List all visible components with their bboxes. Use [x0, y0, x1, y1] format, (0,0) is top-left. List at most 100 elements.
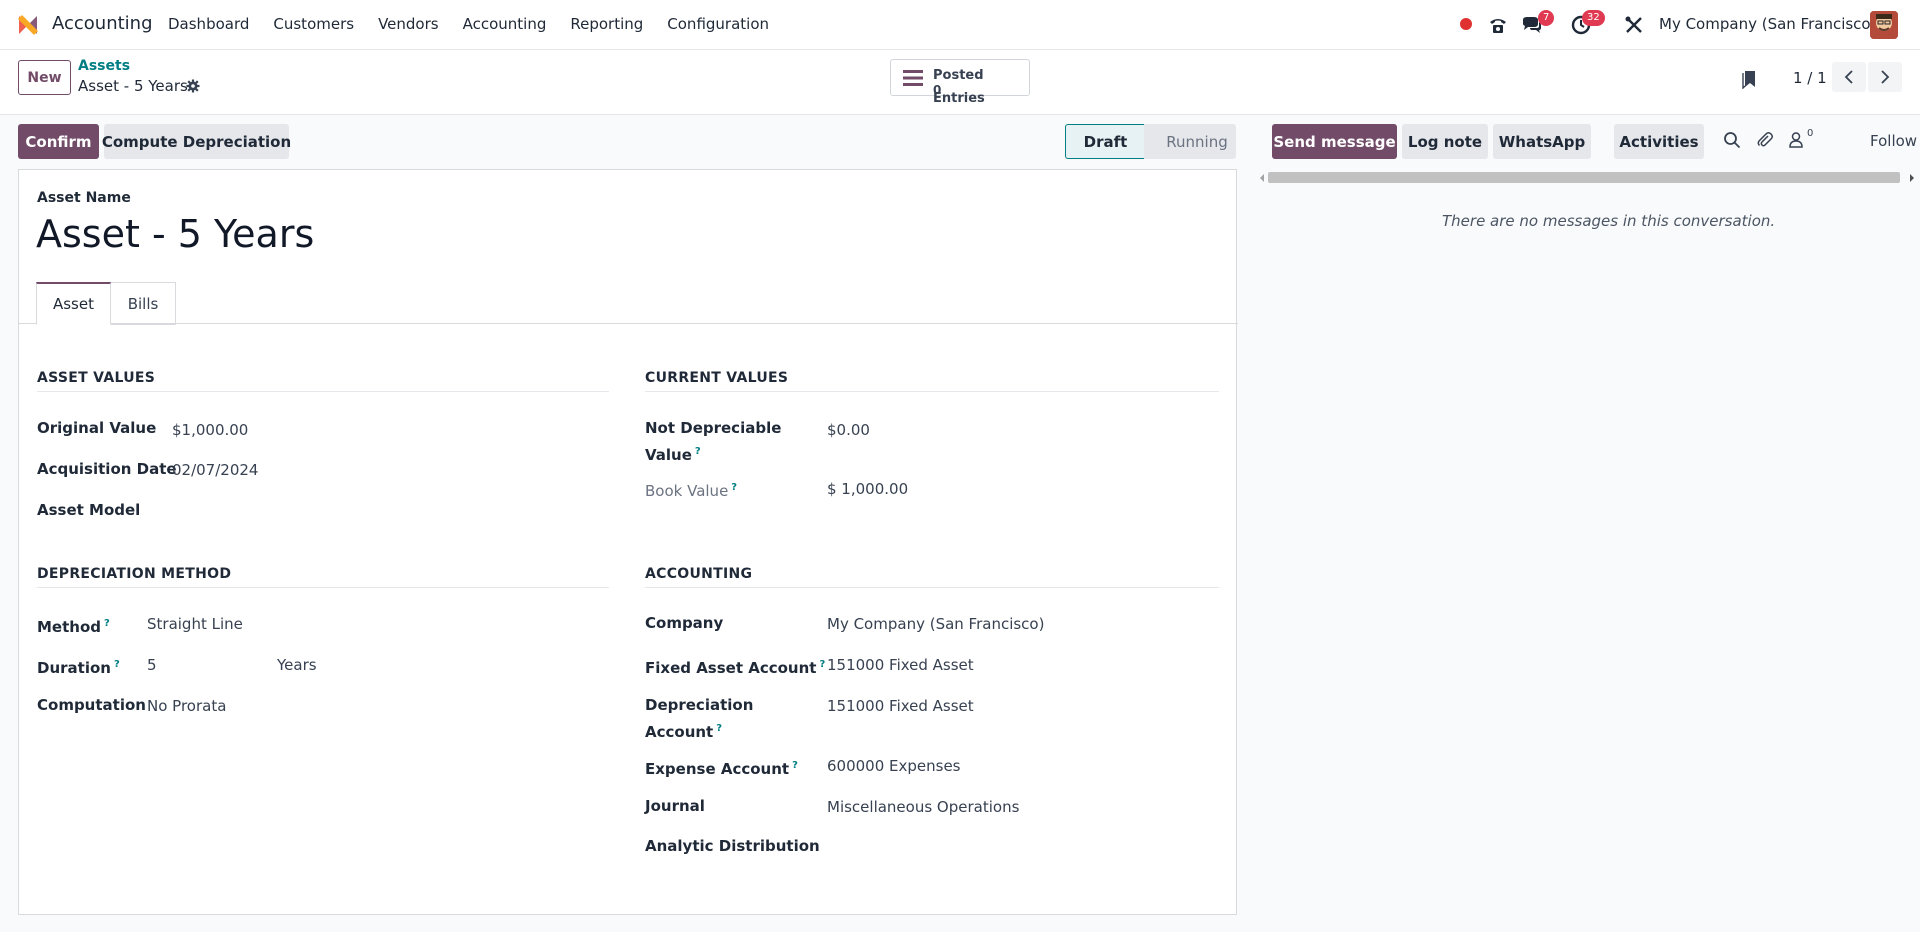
breadcrumb-assets-link[interactable]: Assets — [78, 58, 130, 74]
tab-asset[interactable]: Asset — [36, 282, 111, 325]
asset-model-label: Asset Model — [37, 501, 141, 519]
scroll-left-icon[interactable] — [1258, 173, 1266, 183]
confirm-button[interactable]: Confirm — [18, 124, 99, 159]
book-value-field: $ 1,000.00 — [827, 480, 909, 498]
help-icon[interactable]: ? — [114, 659, 120, 670]
debug-tools-icon[interactable] — [1623, 14, 1645, 36]
pager-value[interactable]: 1 / 1 — [1793, 69, 1827, 87]
not-depreciable-label-line2: Value — [645, 446, 692, 464]
pager-next-button[interactable] — [1868, 62, 1902, 92]
log-note-button[interactable]: Log note — [1402, 124, 1488, 159]
new-button[interactable]: New — [18, 60, 71, 95]
gear-icon[interactable] — [186, 79, 200, 93]
recording-indicator-icon[interactable] — [1460, 18, 1472, 30]
compute-depreciation-button[interactable]: Compute Depreciation — [102, 124, 291, 159]
original-value-label: Original Value — [37, 419, 157, 437]
top-navbar: Accounting Dashboard Customers Vendors A… — [0, 0, 1920, 50]
menu-item-vendors[interactable]: Vendors — [378, 15, 439, 33]
help-icon[interactable]: ? — [104, 618, 110, 629]
original-value-field[interactable]: $1,000.00 — [172, 419, 248, 442]
help-icon[interactable]: ? — [731, 482, 737, 493]
acquisition-date-field[interactable]: 02/07/2024 — [172, 459, 258, 482]
depreciation-account-field[interactable]: 151000 Fixed Asset — [827, 695, 974, 718]
book-value-label-text: Book Value — [645, 482, 729, 500]
scrollbar-thumb[interactable] — [1268, 172, 1900, 183]
asset-name-field[interactable]: Asset - 5 Years — [36, 212, 314, 256]
help-icon[interactable]: ? — [792, 760, 798, 771]
duration-label-text: Duration — [37, 659, 111, 677]
not-depreciable-label: Not Depreciable Value? — [645, 417, 781, 467]
section-divider — [37, 587, 609, 588]
menu-item-reporting[interactable]: Reporting — [570, 15, 643, 33]
posted-entries-label: Posted Entries — [933, 68, 985, 106]
send-message-button[interactable]: Send message — [1272, 124, 1397, 159]
paperclip-icon[interactable] — [1756, 131, 1774, 149]
list-bars-icon — [903, 70, 923, 86]
help-icon[interactable]: ? — [716, 723, 722, 734]
menu-item-dashboard[interactable]: Dashboard — [168, 15, 249, 33]
search-icon[interactable] — [1723, 131, 1741, 149]
chatter-horizontal-scrollbar[interactable] — [1258, 172, 1920, 184]
analytic-distribution-label: Analytic Distribution — [645, 837, 820, 855]
depreciation-account-label-line1: Depreciation — [645, 696, 754, 714]
menu-item-accounting[interactable]: Accounting — [463, 15, 547, 33]
computation-field[interactable]: No Prorata — [147, 695, 226, 718]
help-icon[interactable]: ? — [819, 659, 825, 670]
chevron-right-icon — [1881, 70, 1890, 84]
accounting-app-icon[interactable] — [16, 13, 40, 37]
control-panel: New Assets Asset - 5 Years Posted Entrie… — [0, 50, 1920, 115]
expense-account-label: Expense Account? — [645, 754, 798, 781]
menu-item-configuration[interactable]: Configuration — [667, 15, 769, 33]
depreciation-account-label-line2: Account — [645, 723, 714, 741]
follower-user-icon[interactable] — [1788, 131, 1804, 149]
section-current-values: CURRENT VALUES — [645, 370, 789, 386]
asset-name-label: Asset Name — [37, 190, 131, 206]
user-avatar[interactable] — [1870, 11, 1898, 39]
help-icon[interactable]: ? — [695, 446, 701, 457]
not-depreciable-value-field[interactable]: $0.00 — [827, 419, 870, 442]
messages-badge: 7 — [1538, 10, 1555, 26]
phone-icon[interactable] — [1487, 14, 1509, 36]
form-sheet: Asset Name Asset - 5 Years Asset Bills A… — [18, 169, 1238, 915]
method-label-text: Method — [37, 618, 101, 636]
bookmark-icon[interactable] — [1742, 69, 1758, 89]
duration-field[interactable]: 5 — [147, 654, 157, 677]
status-bar: Draft Running — [1065, 124, 1236, 159]
pager-previous-button[interactable] — [1832, 62, 1866, 92]
company-switcher[interactable]: My Company (San Francisco) — [1659, 15, 1876, 33]
fixed-asset-account-label: Fixed Asset Account? — [645, 653, 825, 680]
status-running[interactable]: Running — [1144, 124, 1236, 159]
section-depreciation-method: DEPRECIATION METHOD — [37, 566, 232, 582]
whatsapp-button[interactable]: WhatsApp — [1493, 124, 1591, 159]
book-value-label: Book Value? — [645, 476, 737, 503]
company-field[interactable]: My Company (San Francisco) — [827, 613, 1044, 636]
empty-conversation-message: There are no messages in this conversati… — [1442, 212, 1776, 230]
posted-entries-button[interactable]: Posted Entries 0 — [890, 59, 1030, 106]
section-accounting: ACCOUNTING — [645, 566, 753, 582]
method-label: Method? — [37, 612, 110, 639]
chevron-left-icon — [1844, 70, 1853, 84]
follow-button[interactable]: Follow — [1870, 132, 1917, 150]
tab-bills[interactable]: Bills — [111, 282, 176, 325]
posted-entries-count: 0 — [933, 83, 942, 97]
activities-badge: 32 — [1582, 10, 1605, 26]
section-asset-values: ASSET VALUES — [37, 370, 156, 386]
duration-unit-field[interactable]: Years — [277, 654, 317, 677]
company-label: Company — [645, 614, 724, 632]
acquisition-date-label: Acquisition Date — [37, 460, 177, 478]
expense-account-field[interactable]: 600000 Expenses — [827, 755, 961, 778]
section-divider — [645, 391, 1219, 392]
menu-item-customers[interactable]: Customers — [273, 15, 354, 33]
status-draft[interactable]: Draft — [1065, 124, 1145, 159]
followers-count: 0 — [1807, 128, 1814, 139]
fixed-asset-account-field[interactable]: 151000 Fixed Asset — [827, 654, 974, 677]
app-name[interactable]: Accounting — [52, 13, 153, 34]
form-tabs: Asset Bills — [19, 282, 1238, 325]
computation-label: Computation — [37, 696, 146, 714]
expense-account-label-text: Expense Account — [645, 760, 790, 778]
journal-field[interactable]: Miscellaneous Operations — [827, 796, 1019, 819]
scroll-right-icon[interactable] — [1908, 173, 1916, 183]
fixed-asset-account-label-text: Fixed Asset Account — [645, 659, 817, 677]
activities-button[interactable]: Activities — [1614, 124, 1704, 159]
method-field[interactable]: Straight Line — [147, 613, 243, 636]
